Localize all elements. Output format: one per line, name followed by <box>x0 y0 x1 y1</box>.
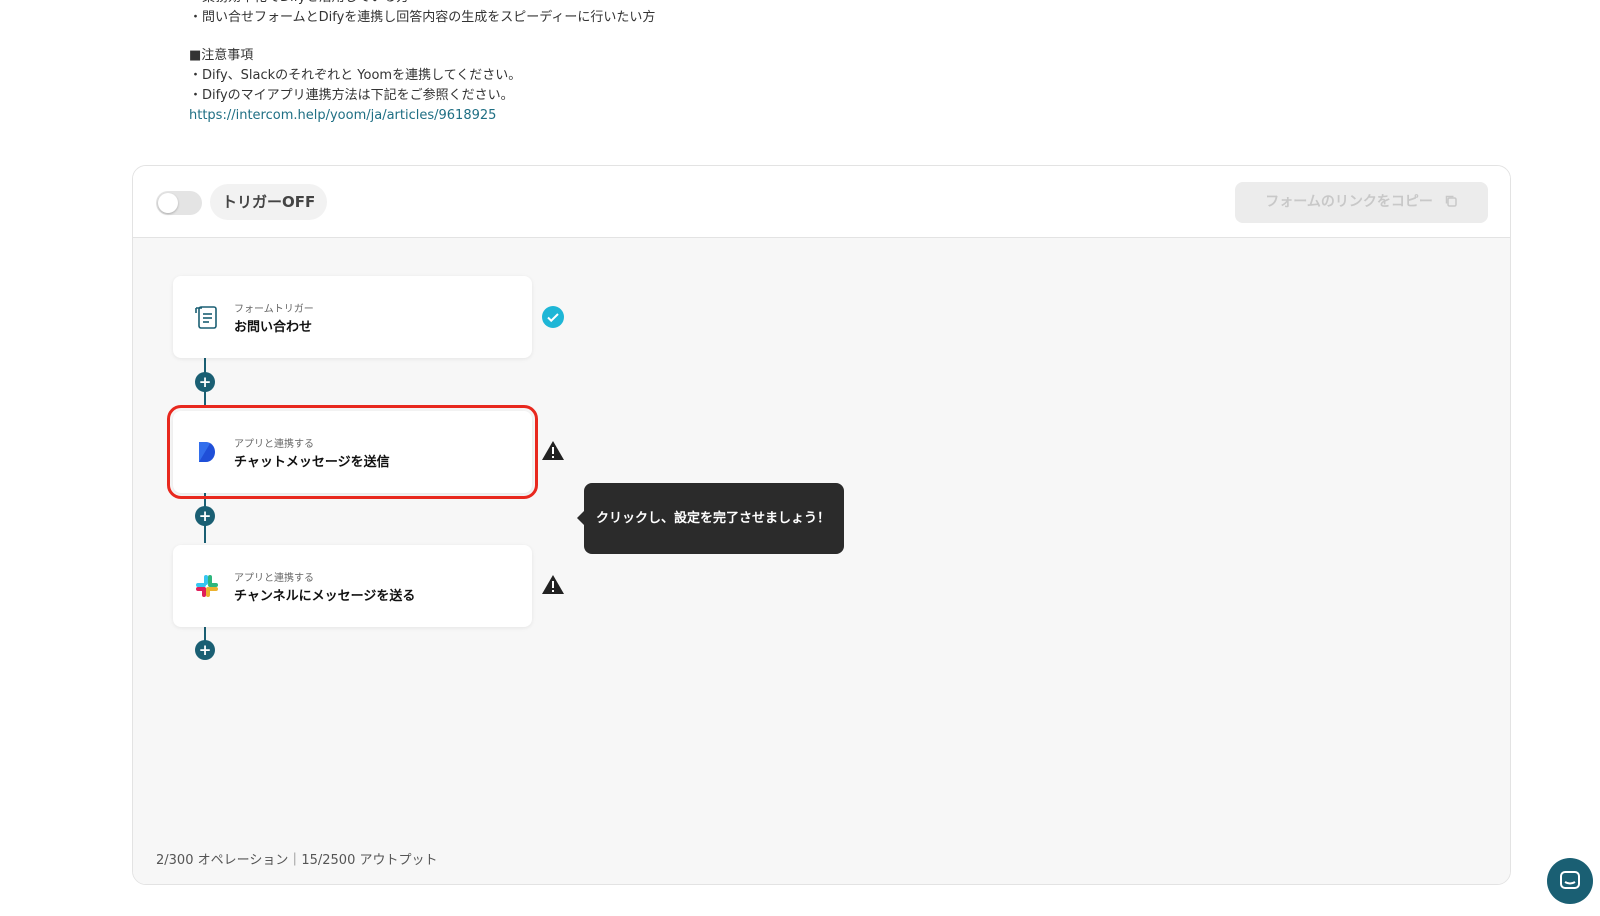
dify-icon <box>199 442 215 462</box>
description-line: ・Difyのマイアプリ連携方法は下記をご参照ください。 <box>189 88 514 103</box>
add-step-button[interactable]: + <box>195 506 215 526</box>
step-card-dify[interactable]: アプリと連携する チャットメッセージを送信 <box>167 405 538 499</box>
add-step-button[interactable]: + <box>195 640 215 660</box>
chat-icon <box>1560 871 1580 889</box>
warning-icon <box>542 575 564 594</box>
panel-header: トリガーOFF フォームのリンクをコピー <box>133 166 1510 238</box>
usage-counter: 2/300 オペレーション｜15/2500 アウトプット <box>156 853 438 868</box>
copy-form-link-label: フォームのリンクをコピー <box>1265 194 1433 210</box>
description-line: ・業務効率化でDifyを活用している方 <box>189 0 655 8</box>
flow-canvas: + + + フォームトリガー お問い合わせ アプリと連携する チャットメッセージ… <box>133 238 1510 884</box>
step-title: チャンネルにメッセージを送る <box>234 589 416 604</box>
step-subtitle: アプリと連携する <box>234 573 314 584</box>
slack-icon <box>196 575 218 597</box>
step-card-form-trigger[interactable]: フォームトリガー お問い合わせ <box>173 276 532 358</box>
add-step-button[interactable]: + <box>195 372 215 392</box>
check-icon <box>542 306 564 328</box>
chat-launcher-button[interactable] <box>1547 858 1593 904</box>
copy-icon <box>1445 195 1457 207</box>
setup-tooltip: クリックし、設定を完了させましょう！ <box>577 483 844 554</box>
flow-panel: トリガーOFF フォームのリンクをコピー + + + フォームトリガー お問い合… <box>132 165 1511 885</box>
trigger-status-label: トリガーOFF <box>210 184 328 220</box>
description-text: ・業務効率化でDifyを活用している方 ・問い合せフォームとDifyを連携し回答… <box>189 0 655 126</box>
copy-form-link-button[interactable]: フォームのリンクをコピー <box>1235 182 1488 223</box>
step-card-slack[interactable]: アプリと連携する チャンネルにメッセージを送る <box>173 545 532 627</box>
step-subtitle: フォームトリガー <box>234 304 314 315</box>
help-link[interactable]: https://intercom.help/yoom/ja/articles/9… <box>189 108 496 123</box>
trigger-toggle[interactable] <box>156 191 202 215</box>
form-icon <box>195 306 217 329</box>
notes-heading: ■注意事項 <box>189 48 254 63</box>
description-line: ・問い合せフォームとDifyを連携し回答内容の生成をスピーディーに行いたい方 <box>189 10 656 25</box>
step-title: お問い合わせ <box>234 320 313 335</box>
warning-icon <box>542 441 564 460</box>
description-line: ・Dify、Slackのそれぞれと Yoomを連携してください。 <box>189 68 522 83</box>
step-subtitle: アプリと連携する <box>234 439 314 450</box>
step-title: チャットメッセージを送信 <box>234 455 390 470</box>
